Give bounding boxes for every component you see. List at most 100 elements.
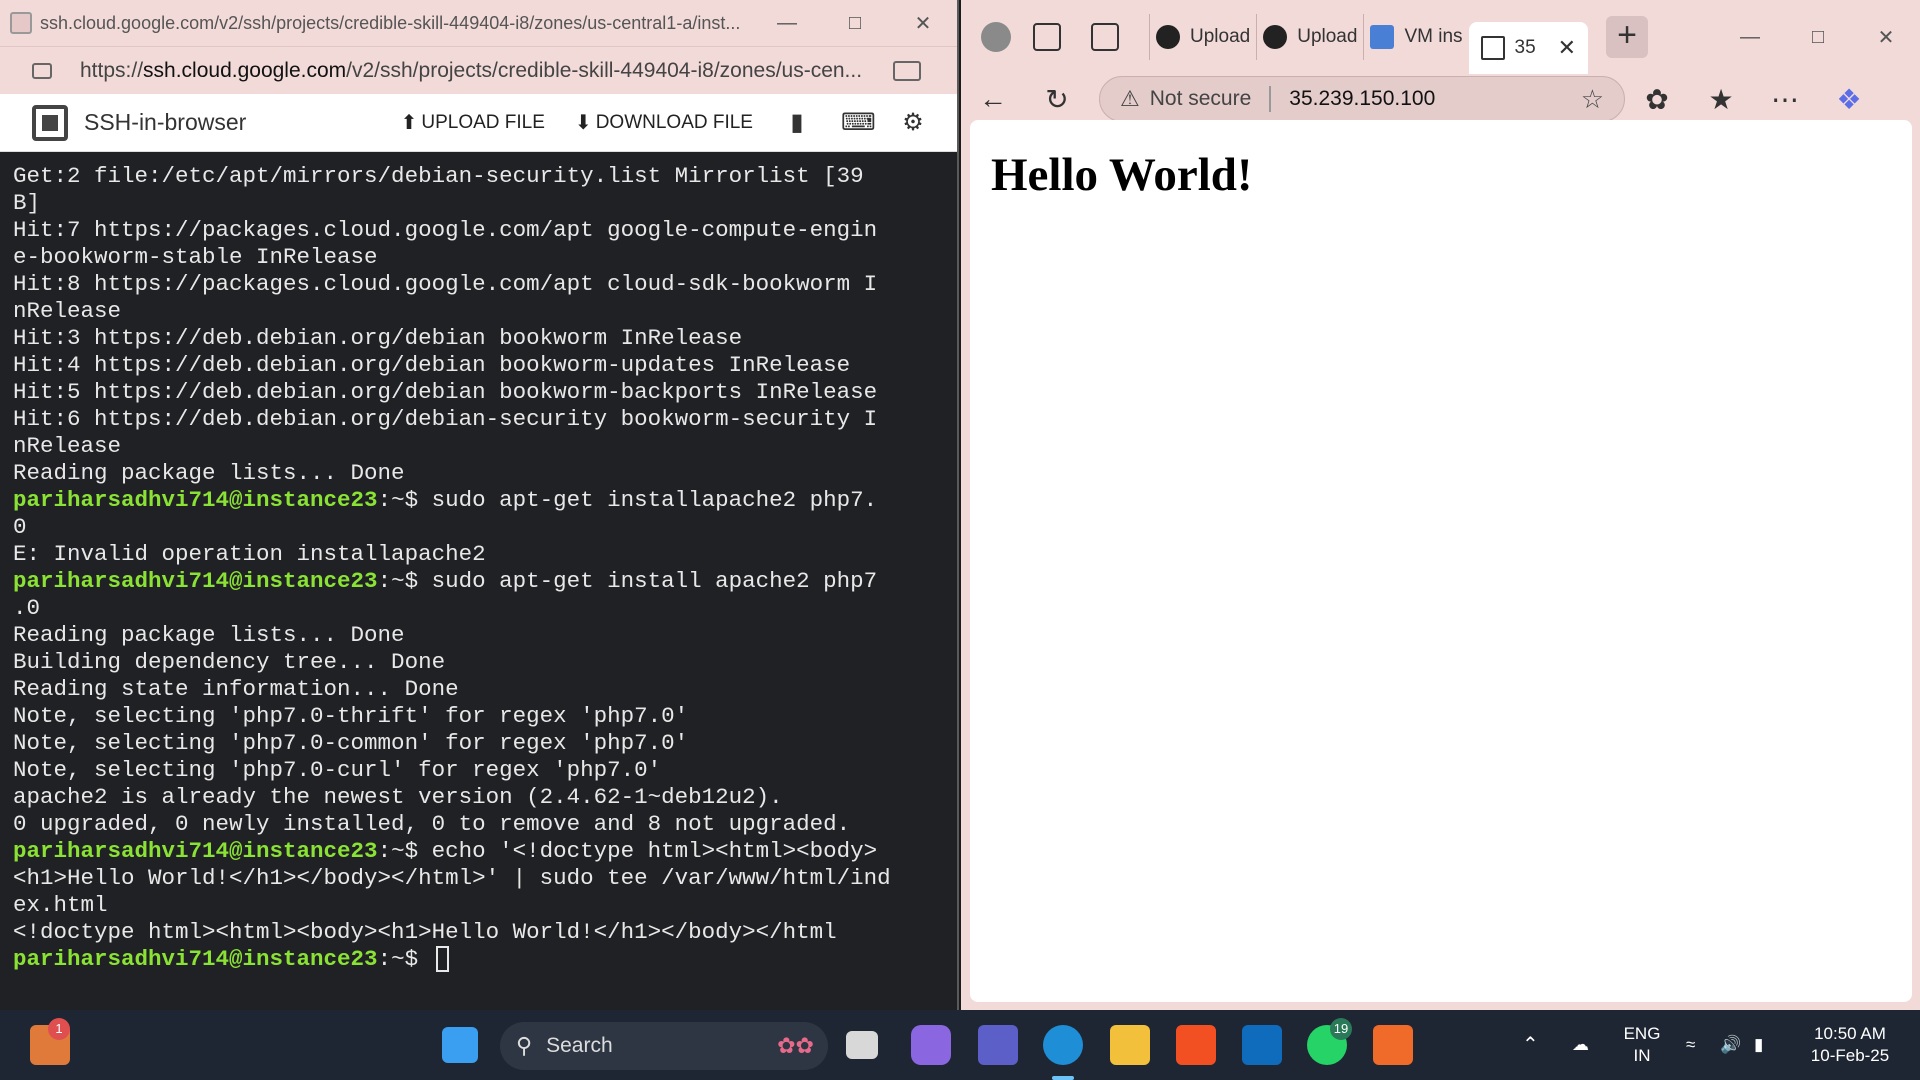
terminal-text: <!doctype html><html><body><h1>Hello Wor…: [13, 919, 837, 945]
store-icon[interactable]: [1176, 1025, 1216, 1065]
language-bottom: IN: [1633, 1046, 1651, 1065]
taskbar-search[interactable]: ⚲ Search ✿✿: [500, 1022, 828, 1070]
outlook-icon[interactable]: [1242, 1025, 1282, 1065]
date-text: 10-Feb-25: [1810, 1046, 1890, 1065]
download-label: DOWNLOAD FILE: [595, 111, 753, 133]
widgets-badge: 1: [48, 1018, 70, 1040]
close-icon[interactable]: ✕: [1852, 25, 1920, 50]
terminal-text: nRelease: [13, 298, 122, 324]
upload-file-button[interactable]: ⬆ UPLOAD FILE: [401, 110, 545, 135]
back-button[interactable]: ←: [961, 83, 1025, 115]
extensions-icon[interactable]: ✿: [1625, 83, 1689, 116]
wifi-icon[interactable]: ≈: [1686, 1034, 1695, 1056]
copilot-icon[interactable]: [911, 1025, 951, 1065]
language-top: ENG: [1623, 1024, 1661, 1043]
start-icon[interactable]: [442, 1027, 478, 1063]
favorite-star-icon[interactable]: ☆: [1581, 84, 1604, 115]
terminal-output-line: Reading state information... Done: [13, 676, 957, 703]
terminal-output-line: Hit:8 https://packages.cloud.google.com/…: [13, 271, 957, 298]
time-text: 10:50 AM: [1814, 1024, 1886, 1043]
tab-bar: Upload Upload VM ins 35 ✕ + — □ ✕: [961, 0, 1920, 74]
terminal-output-line: <h1>Hello World!</h1></body></html>' | s…: [13, 865, 957, 892]
edge-browser-window: Upload Upload VM ins 35 ✕ + — □ ✕ ← ↻ ⚠ N…: [961, 0, 1920, 1010]
ssh-title-bar[interactable]: ssh.cloud.google.com/v2/ssh/projects/cre…: [0, 0, 957, 46]
edge-icon[interactable]: [1043, 1025, 1083, 1065]
terminal-output-line: B]: [13, 190, 957, 217]
ssh-url-bar[interactable]: https://ssh.cloud.google.com/v2/ssh/proj…: [0, 46, 957, 94]
address-text[interactable]: 35.239.150.100: [1289, 87, 1580, 111]
clock[interactable]: 10:50 AM 10-Feb-25: [1800, 1023, 1900, 1067]
workspaces-icon[interactable]: [1033, 23, 1061, 51]
terminal-text: .0: [13, 595, 41, 621]
terminal-output-line: Hit:4 https://deb.debian.org/debian book…: [13, 352, 957, 379]
xampp-icon[interactable]: [1373, 1025, 1413, 1065]
terminal-output-line: E: Invalid operation installapache2: [13, 541, 957, 568]
close-tab-icon[interactable]: ✕: [1558, 35, 1576, 61]
onedrive-icon[interactable]: ☁: [1572, 1034, 1589, 1056]
tab-upload-1[interactable]: Upload: [1149, 14, 1256, 60]
keyboard-icon[interactable]: ⌨: [841, 110, 876, 135]
prompt-suffix: :~$: [377, 838, 432, 864]
terminal-output-line: Note, selecting 'php7.0-thrift' for rege…: [13, 703, 957, 730]
terminal-text: <h1>Hello World!</h1></body></html>' | s…: [13, 865, 891, 891]
copilot-icon[interactable]: ❖: [1817, 83, 1881, 116]
show-hidden-icons[interactable]: ⌃: [1522, 1034, 1539, 1056]
terminal-prompt: pariharsadhvi714@instance23: [13, 487, 378, 513]
minimize-icon[interactable]: —: [1716, 26, 1784, 49]
maximize-icon[interactable]: □: [821, 12, 889, 35]
prompt-suffix: :~$: [377, 946, 432, 972]
download-file-button[interactable]: ⬇ DOWNLOAD FILE: [575, 110, 753, 135]
feedback-icon[interactable]: ▮: [783, 110, 811, 135]
profile-icon[interactable]: [981, 22, 1011, 52]
search-icon: ⚲: [516, 1033, 533, 1058]
terminal-output-line: <!doctype html><html><body><h1>Hello Wor…: [13, 919, 957, 946]
address-separator: [1269, 86, 1272, 112]
not-secure-label[interactable]: Not secure: [1150, 87, 1252, 111]
download-icon: ⬇: [574, 112, 592, 134]
teams-icon[interactable]: [978, 1025, 1018, 1065]
ssh-url[interactable]: https://ssh.cloud.google.com/v2/ssh/proj…: [80, 59, 893, 83]
whatsapp-badge: 19: [1330, 1018, 1352, 1040]
screen-share-icon[interactable]: [893, 60, 921, 81]
favorites-icon[interactable]: ★: [1689, 83, 1753, 116]
close-icon[interactable]: ✕: [889, 11, 957, 36]
flowers-icon: ✿✿: [777, 1033, 814, 1058]
terminal-text: Hit:4 https://deb.debian.org/debian book…: [13, 352, 851, 378]
upload-icon: ⬆: [400, 112, 418, 134]
page-icon: [1480, 36, 1505, 60]
tab-upload-2[interactable]: Upload: [1256, 14, 1363, 60]
minimize-icon[interactable]: —: [753, 12, 821, 35]
language-indicator[interactable]: ENG IN: [1620, 1023, 1664, 1067]
terminal-text: Hit:6 https://deb.debian.org/debian-secu…: [13, 406, 878, 432]
tab-actions-icon[interactable]: [1091, 23, 1119, 51]
terminal-text: ex.html: [13, 892, 108, 918]
task-view-icon[interactable]: [846, 1031, 878, 1059]
terminal-output-line: .0: [13, 595, 957, 622]
file-explorer-icon[interactable]: [1110, 1025, 1150, 1065]
battery-icon[interactable]: ▮: [1754, 1034, 1763, 1056]
terminal-output-line: Hit:7 https://packages.cloud.google.com/…: [13, 217, 957, 244]
terminal-output-line: e-bookworm-stable InRelease: [13, 244, 957, 271]
github-icon: [1156, 25, 1180, 49]
terminal-output-line: ex.html: [13, 892, 957, 919]
volume-icon[interactable]: 🔊: [1720, 1034, 1741, 1056]
address-bar[interactable]: ⚠ Not secure 35.239.150.100 ☆: [1099, 76, 1625, 122]
terminal-text: Get:2 file:/etc/apt/mirrors/debian-secur…: [13, 163, 864, 189]
refresh-button[interactable]: ↻: [1025, 83, 1089, 116]
terminal-text: Building dependency tree... Done: [13, 649, 446, 675]
gear-icon[interactable]: ⚙: [899, 110, 927, 135]
terminal-output-line: 0: [13, 514, 957, 541]
terminal[interactable]: Get:2 file:/etc/apt/mirrors/debian-secur…: [0, 153, 957, 1010]
terminal-output-line: Hit:6 https://deb.debian.org/debian-secu…: [13, 406, 957, 433]
prompt-suffix: :~$: [377, 568, 432, 594]
more-options-icon[interactable]: ⋯: [1753, 83, 1817, 116]
hello-world-heading: Hello World!: [991, 149, 1253, 201]
tab-active-page[interactable]: 35 ✕: [1468, 22, 1589, 74]
tab-vm-instances[interactable]: VM ins: [1363, 14, 1468, 60]
terminal-prompt: pariharsadhvi714@instance23: [13, 838, 378, 864]
maximize-icon[interactable]: □: [1784, 26, 1852, 49]
terminal-text: e-bookworm-stable InRelease: [13, 244, 378, 270]
chip-icon: [32, 104, 68, 141]
terminal-prompt-line: pariharsadhvi714@instance23:~$ echo '<!d…: [13, 838, 957, 865]
new-tab-button[interactable]: +: [1606, 16, 1649, 58]
